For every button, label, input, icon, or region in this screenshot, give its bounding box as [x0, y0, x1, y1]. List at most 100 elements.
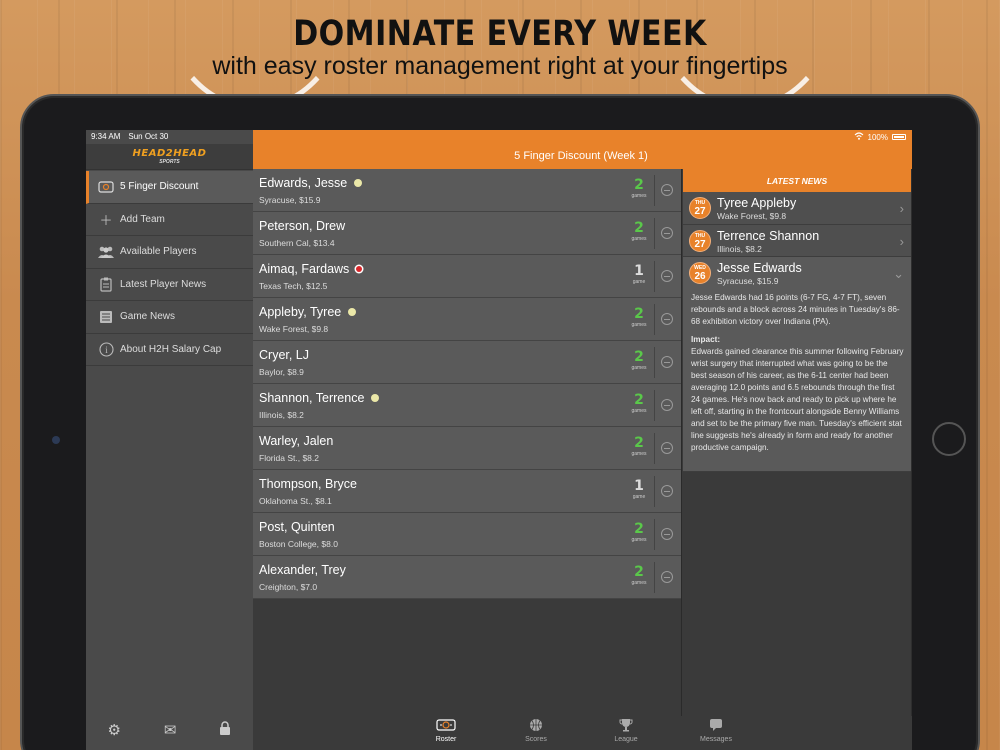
sidebar-item-label: 5 Finger Discount: [120, 181, 199, 193]
date-badge: THU 27: [689, 229, 711, 252]
player-name-line: Aimaq, Fardaws: [259, 262, 363, 276]
remove-player-icon[interactable]: [661, 356, 673, 368]
player-name-line: Post, Quinten: [259, 520, 335, 534]
roster-row[interactable]: Peterson, Drew Southern Cal, $13.4 2 games: [253, 212, 681, 255]
games-number: 1: [634, 263, 644, 279]
remove-player-icon[interactable]: [661, 571, 673, 583]
games-label: games: [631, 365, 647, 371]
tab-roster[interactable]: Roster: [416, 718, 476, 743]
remove-player-icon[interactable]: [661, 270, 673, 282]
divider: [654, 304, 655, 335]
news-player-name: Tyree Appleby: [717, 196, 797, 210]
games-count: 2 games: [629, 392, 649, 414]
roster-row[interactable]: Edwards, Jesse Syracuse, $15.9 2 games: [253, 169, 681, 212]
remove-player-icon[interactable]: [661, 485, 673, 497]
games-label: games: [631, 580, 647, 586]
games-label: games: [631, 451, 647, 457]
top-bar: 100% 5 Finger Discount (Week 1): [253, 130, 912, 169]
player-school-salary: Oklahoma St., $8.1: [259, 496, 332, 506]
sidebar-item-label: Game News: [120, 311, 176, 323]
info-icon: i: [96, 342, 116, 357]
tab-label: Roster: [435, 736, 457, 743]
sidebar-footer: ⚙ ✉: [86, 710, 253, 750]
divider: [654, 347, 655, 378]
sidebar-item-game-news[interactable]: Game News: [86, 301, 253, 334]
player-name: Cryer, LJ: [259, 348, 310, 362]
games-number: 2: [634, 435, 644, 451]
plus-icon: ＋: [99, 212, 113, 228]
tab-messages[interactable]: Messages: [686, 718, 746, 743]
news-header: LATEST NEWS: [683, 169, 911, 192]
divider: [654, 261, 655, 292]
chevron-right-icon: ›: [899, 233, 904, 249]
home-button[interactable]: [932, 422, 966, 456]
games-label: games: [631, 408, 647, 414]
battery-icon: [892, 134, 906, 140]
tab-label: Messages: [700, 736, 732, 743]
news-player-sub: Illinois, $8.2: [717, 243, 762, 254]
basketball-icon: [506, 718, 566, 736]
news-player-name: Terrence Shannon: [717, 228, 820, 243]
roster-row[interactable]: Aimaq, Fardaws Texas Tech, $12.5 1 game: [253, 255, 681, 298]
roster-row[interactable]: Thompson, Bryce Oklahoma St., $8.1 1 game: [253, 470, 681, 513]
divider: [654, 175, 655, 206]
games-count: 2 games: [629, 220, 649, 242]
sidebar-item-available-players[interactable]: Available Players: [86, 236, 253, 269]
player-name: Post, Quinten: [259, 520, 335, 534]
player-school-salary: Baylor, $8.9: [259, 367, 304, 377]
chevron-right-icon: ›: [899, 201, 904, 216]
roster-row[interactable]: Post, Quinten Boston College, $8.0 2 games: [253, 513, 681, 556]
divider: [654, 218, 655, 249]
news-summary: Jesse Edwards had 16 points (6-7 FG, 4-7…: [691, 293, 900, 326]
mail-icon[interactable]: ✉: [164, 721, 177, 739]
games-number: 1: [634, 478, 644, 494]
games-count: 1 game: [629, 263, 649, 285]
news-item-expanded[interactable]: WED 26 Jesse Edwards Syracuse, $15.9 ⌄ J…: [683, 257, 911, 472]
player-school-salary: Southern Cal, $13.4: [259, 238, 335, 248]
roster-row[interactable]: Appleby, Tyree Wake Forest, $9.8 2 games: [253, 298, 681, 341]
player-school-salary: Florida St., $8.2: [259, 453, 320, 463]
games-label: games: [631, 537, 647, 543]
date-badge: WED 26: [689, 262, 711, 284]
chevron-down-icon: ⌄: [893, 266, 904, 281]
roster-row[interactable]: Warley, Jalen Florida St., $8.2 2 games: [253, 427, 681, 470]
roster-row[interactable]: Shannon, Terrence Illinois, $8.2 2 games: [253, 384, 681, 427]
page-title: 5 Finger Discount (Week 1): [514, 150, 648, 162]
player-school-salary: Texas Tech, $12.5: [259, 281, 328, 291]
remove-player-icon[interactable]: [661, 528, 673, 540]
players-icon: [96, 246, 116, 258]
sidebar-item-player-news[interactable]: Latest Player News: [86, 269, 253, 301]
lock-icon[interactable]: [219, 721, 231, 739]
date-badge-num: 27: [694, 206, 706, 217]
gear-icon[interactable]: ⚙: [107, 721, 120, 739]
promo-headline: DOMINATE EVERY WEEK: [293, 14, 707, 54]
news-body: Jesse Edwards had 16 points (6-7 FG, 4-7…: [691, 292, 904, 454]
status-bar-left: 9:34 AM Sun Oct 30: [91, 132, 168, 141]
games-count: 2 games: [629, 521, 649, 543]
news-impact: Edwards gained clearance this summer fol…: [691, 347, 904, 452]
remove-player-icon[interactable]: [661, 442, 673, 454]
player-name-line: Appleby, Tyree: [259, 305, 357, 319]
games-count: 2 games: [629, 564, 649, 586]
news-item[interactable]: THU 27 Terrence Shannon Illinois, $8.2 ›: [683, 224, 911, 257]
roster-row[interactable]: Cryer, LJ Baylor, $8.9 2 games: [253, 341, 681, 384]
player-name: Warley, Jalen: [259, 434, 334, 448]
games-count: 2 games: [629, 306, 649, 328]
games-count: 2 games: [629, 349, 649, 371]
roster-row[interactable]: Alexander, Trey Creighton, $7.0 2 games: [253, 556, 681, 599]
remove-player-icon[interactable]: [661, 313, 673, 325]
player-name-line: Warley, Jalen: [259, 434, 333, 448]
tab-scores[interactable]: Scores: [506, 718, 566, 743]
remove-player-icon[interactable]: [661, 184, 673, 196]
sidebar-item-add-team[interactable]: ＋ Add Team: [86, 204, 253, 236]
tab-league[interactable]: League: [596, 718, 656, 743]
news-item[interactable]: THU 27 Tyree Appleby Wake Forest, $9.8 ›: [683, 192, 911, 225]
status-date: Sun Oct 30: [128, 132, 169, 141]
date-badge: THU 27: [689, 197, 711, 219]
logo-text: HEAD2HEAD: [132, 148, 207, 159]
sidebar-item-team[interactable]: 5 Finger Discount: [86, 171, 253, 204]
sidebar-item-about[interactable]: i About H2H Salary Cap: [86, 334, 253, 366]
remove-player-icon[interactable]: [661, 227, 673, 239]
player-name-line: Peterson, Drew: [259, 219, 345, 233]
remove-player-icon[interactable]: [661, 399, 673, 411]
